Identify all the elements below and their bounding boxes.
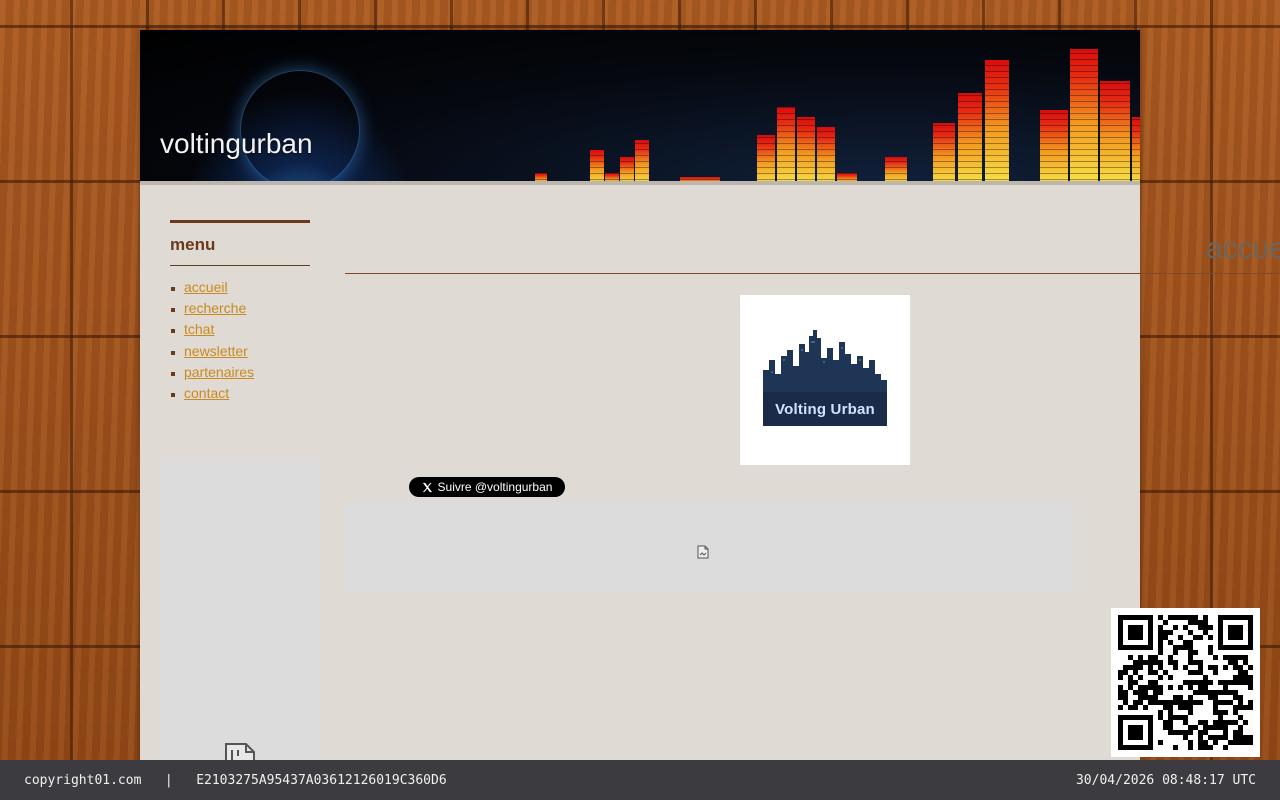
content-embed-placeholder	[345, 502, 1073, 592]
footer-timestamp: 30/04/2026 08:48:17 UTC	[1075, 773, 1256, 788]
brand-logo-text: Volting Urban	[763, 392, 887, 426]
footer-separator: |	[164, 773, 173, 788]
menu-link-contact[interactable]: contact	[184, 385, 229, 401]
twitter-follow-label: Suivre @voltingurban	[437, 480, 553, 494]
menu-item-recherche: recherche	[170, 300, 310, 321]
qr-code-icon	[1118, 615, 1253, 750]
footer-left: copyright01.com | E2103275A95437A0361212…	[24, 773, 447, 788]
menu-link-partenaires[interactable]: partenaires	[184, 364, 254, 380]
brand-logo: Volting Urban	[763, 330, 887, 426]
menu-heading: menu	[170, 235, 216, 254]
x-logo-icon	[422, 482, 432, 492]
menu-link-tchat[interactable]: tchat	[184, 321, 214, 337]
footer-hash: E2103275A95437A03612126019C360D6	[196, 773, 447, 788]
city-skyline-icon	[763, 330, 887, 392]
footer-bar: copyright01.com | E2103275A95437A0361212…	[0, 760, 1280, 800]
menu-link-recherche[interactable]: recherche	[184, 300, 246, 316]
brand-logo-card: Volting Urban	[740, 295, 910, 465]
menu-item-accueil: accueil	[170, 279, 310, 300]
equalizer-graphic	[140, 30, 1140, 181]
sidebar-embed-placeholder	[160, 458, 320, 800]
qr-code	[1111, 608, 1260, 757]
menu-link-newsletter[interactable]: newsletter	[184, 343, 248, 359]
menu-item-newsletter: newsletter	[170, 343, 310, 364]
menu-divider	[170, 265, 310, 266]
menu-list: accueil recherche tchat newsletter parte…	[170, 279, 310, 406]
menu-link-accueil[interactable]: accueil	[184, 279, 228, 295]
sidebar-menu: menu accueil recherche tchat newsletter …	[170, 220, 310, 406]
menu-item-partenaires: partenaires	[170, 364, 310, 385]
content-divider-overflow	[1140, 273, 1280, 274]
page-title-overflow: accue	[1206, 232, 1280, 265]
twitter-follow-button[interactable]: Suivre @voltingurban	[409, 477, 565, 497]
menu-item-tchat: tchat	[170, 321, 310, 342]
page-container: voltingurban menu accueil recherche tcha…	[140, 30, 1140, 800]
footer-copyright[interactable]: copyright01.com	[24, 773, 141, 788]
header-banner: voltingurban	[140, 30, 1140, 185]
menu-top-divider	[170, 220, 310, 223]
content-divider	[345, 273, 1140, 274]
site-title[interactable]: voltingurban	[160, 128, 313, 160]
menu-item-contact: contact	[170, 385, 310, 406]
broken-document-icon	[697, 545, 709, 559]
